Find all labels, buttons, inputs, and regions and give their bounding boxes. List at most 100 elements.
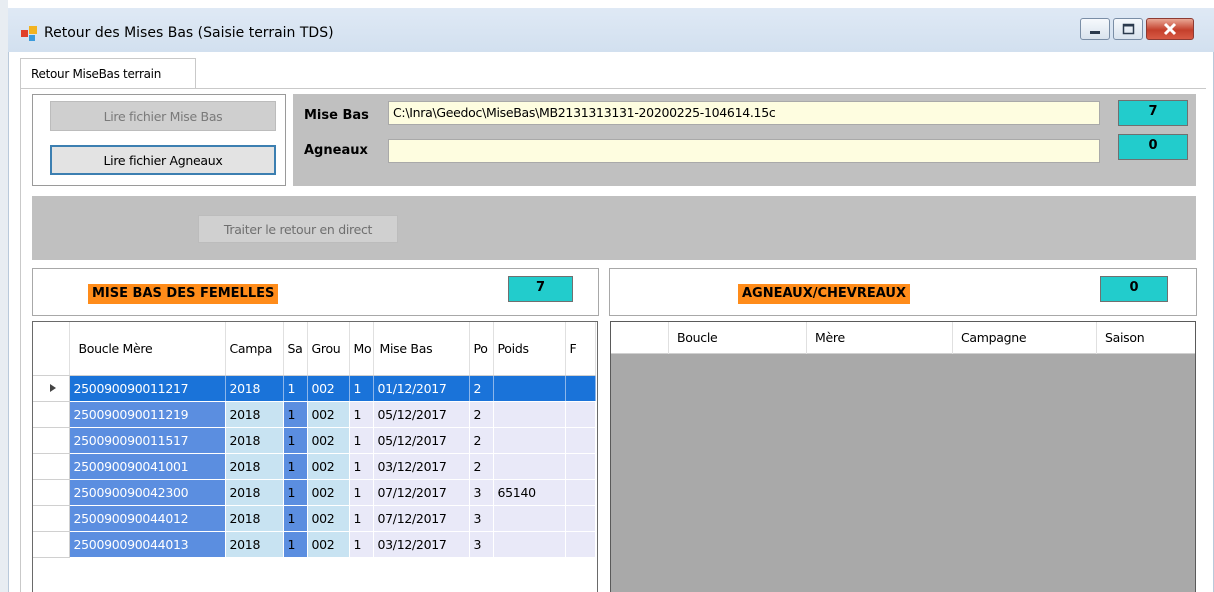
cell-boucle-mere[interactable]: 250090090011517 <box>69 427 226 454</box>
cell-boucle-mere[interactable]: 250090090011219 <box>69 401 226 428</box>
cell-portee[interactable]: 3 <box>469 531 494 558</box>
cell-poids[interactable] <box>493 427 566 454</box>
cell-groupe[interactable]: 002 <box>307 531 350 558</box>
femelles-grid[interactable]: Boucle Mère Campa Sa Grou Mo Mise Bas Po… <box>32 321 598 592</box>
read-misebas-file-button[interactable]: Lire fichier Mise Bas <box>50 101 276 131</box>
cell-saison[interactable]: 1 <box>283 401 308 428</box>
cell-groupe[interactable]: 002 <box>307 479 350 506</box>
table-row[interactable]: 250090090011219 2018 1 002 1 05/12/2017 2 <box>33 401 596 428</box>
cell-boucle-mere[interactable]: 250090090041001 <box>69 453 226 480</box>
col-header-campagne[interactable]: Campagne <box>953 322 1097 354</box>
table-row[interactable]: 250090090042300 2018 1 002 1 07/12/2017 3 65140 <box>33 479 596 506</box>
cell-groupe[interactable]: 002 <box>307 505 350 532</box>
col-header-poids[interactable]: Poids <box>493 322 566 376</box>
cell-f[interactable] <box>565 401 596 428</box>
agneaux-grid[interactable]: Boucle Mère Campagne Saison <box>610 321 1196 592</box>
row-header[interactable] <box>33 375 70 402</box>
col-header-boucle-mere[interactable]: Boucle Mère <box>69 322 226 376</box>
cell-saison[interactable]: 1 <box>283 479 308 506</box>
cell-portee[interactable]: 2 <box>469 427 494 454</box>
cell-campagne[interactable]: 2018 <box>225 375 284 402</box>
cell-poids[interactable] <box>493 531 566 558</box>
col-header-portee[interactable]: Po <box>469 322 494 376</box>
close-button[interactable] <box>1146 18 1194 40</box>
row-header[interactable] <box>33 453 70 480</box>
cell-mode[interactable]: 1 <box>349 505 374 532</box>
minimize-button[interactable] <box>1080 18 1110 40</box>
cell-poids[interactable] <box>493 375 566 402</box>
row-header[interactable] <box>33 427 70 454</box>
tab-retour-misebas[interactable]: Retour MiseBas terrain <box>20 58 196 90</box>
cell-f[interactable] <box>565 453 596 480</box>
cell-f[interactable] <box>565 479 596 506</box>
cell-poids[interactable] <box>493 505 566 532</box>
cell-saison[interactable]: 1 <box>283 375 308 402</box>
cell-saison[interactable]: 1 <box>283 453 308 480</box>
cell-f[interactable] <box>565 375 596 402</box>
col-header-boucle[interactable]: Boucle <box>669 322 807 354</box>
cell-saison[interactable]: 1 <box>283 531 308 558</box>
cell-campagne[interactable]: 2018 <box>225 427 284 454</box>
cell-mode[interactable]: 1 <box>349 375 374 402</box>
cell-mode[interactable]: 1 <box>349 427 374 454</box>
cell-f[interactable] <box>565 505 596 532</box>
process-direct-button[interactable]: Traiter le retour en direct <box>198 215 398 243</box>
cell-mise-bas[interactable]: 03/12/2017 <box>373 453 470 480</box>
cell-mise-bas[interactable]: 01/12/2017 <box>373 375 470 402</box>
col-header-mode[interactable]: Mo <box>349 322 374 376</box>
cell-portee[interactable]: 3 <box>469 505 494 532</box>
cell-boucle-mere[interactable]: 250090090011217 <box>69 375 226 402</box>
cell-mode[interactable]: 1 <box>349 479 374 506</box>
cell-portee[interactable]: 2 <box>469 375 494 402</box>
col-header-mere[interactable]: Mère <box>807 322 953 354</box>
cell-mode[interactable]: 1 <box>349 401 374 428</box>
misebas-path-field[interactable]: C:\Inra\Geedoc\MiseBas\MB2131313131-2020… <box>388 101 1100 125</box>
read-agneaux-file-button[interactable]: Lire fichier Agneaux <box>50 145 276 175</box>
table-row[interactable]: 250090090011217 2018 1 002 1 01/12/2017 2 <box>33 375 596 402</box>
cell-campagne[interactable]: 2018 <box>225 453 284 480</box>
cell-campagne[interactable]: 2018 <box>225 505 284 532</box>
cell-portee[interactable]: 3 <box>469 479 494 506</box>
cell-poids[interactable] <box>493 401 566 428</box>
cell-portee[interactable]: 2 <box>469 401 494 428</box>
cell-mode[interactable]: 1 <box>349 453 374 480</box>
col-header-saison[interactable]: Saison <box>1097 322 1195 354</box>
cell-portee[interactable]: 2 <box>469 453 494 480</box>
cell-groupe[interactable]: 002 <box>307 427 350 454</box>
cell-boucle-mere[interactable]: 250090090044013 <box>69 531 226 558</box>
cell-poids[interactable] <box>493 453 566 480</box>
cell-groupe[interactable]: 002 <box>307 453 350 480</box>
cell-boucle-mere[interactable]: 250090090042300 <box>69 479 226 506</box>
cell-mise-bas[interactable]: 05/12/2017 <box>373 427 470 454</box>
table-row[interactable]: 250090090011517 2018 1 002 1 05/12/2017 2 <box>33 427 596 454</box>
row-header[interactable] <box>33 531 70 558</box>
table-row[interactable]: 250090090044013 2018 1 002 1 03/12/2017 3 <box>33 531 596 558</box>
cell-saison[interactable]: 1 <box>283 505 308 532</box>
cell-campagne[interactable]: 2018 <box>225 479 284 506</box>
maximize-button[interactable] <box>1113 18 1143 40</box>
table-row[interactable]: 250090090044012 2018 1 002 1 07/12/2017 3 <box>33 505 596 532</box>
cell-f[interactable] <box>565 531 596 558</box>
col-header-mise-bas[interactable]: Mise Bas <box>373 322 470 376</box>
col-header-groupe[interactable]: Grou <box>307 322 350 376</box>
cell-saison[interactable]: 1 <box>283 427 308 454</box>
col-header-saison[interactable]: Sa <box>283 322 308 376</box>
row-header[interactable] <box>33 401 70 428</box>
agneaux-path-field[interactable] <box>388 139 1100 163</box>
cell-boucle-mere[interactable]: 250090090044012 <box>69 505 226 532</box>
row-header[interactable] <box>33 505 70 532</box>
cell-groupe[interactable]: 002 <box>307 401 350 428</box>
col-header-f[interactable]: F <box>565 322 596 376</box>
cell-mise-bas[interactable]: 05/12/2017 <box>373 401 470 428</box>
cell-campagne[interactable]: 2018 <box>225 401 284 428</box>
cell-mise-bas[interactable]: 03/12/2017 <box>373 531 470 558</box>
cell-mise-bas[interactable]: 07/12/2017 <box>373 479 470 506</box>
cell-mode[interactable]: 1 <box>349 531 374 558</box>
cell-campagne[interactable]: 2018 <box>225 531 284 558</box>
cell-groupe[interactable]: 002 <box>307 375 350 402</box>
row-header[interactable] <box>33 479 70 506</box>
table-row[interactable]: 250090090041001 2018 1 002 1 03/12/2017 2 <box>33 453 596 480</box>
cell-mise-bas[interactable]: 07/12/2017 <box>373 505 470 532</box>
cell-poids[interactable]: 65140 <box>493 479 566 506</box>
cell-f[interactable] <box>565 427 596 454</box>
